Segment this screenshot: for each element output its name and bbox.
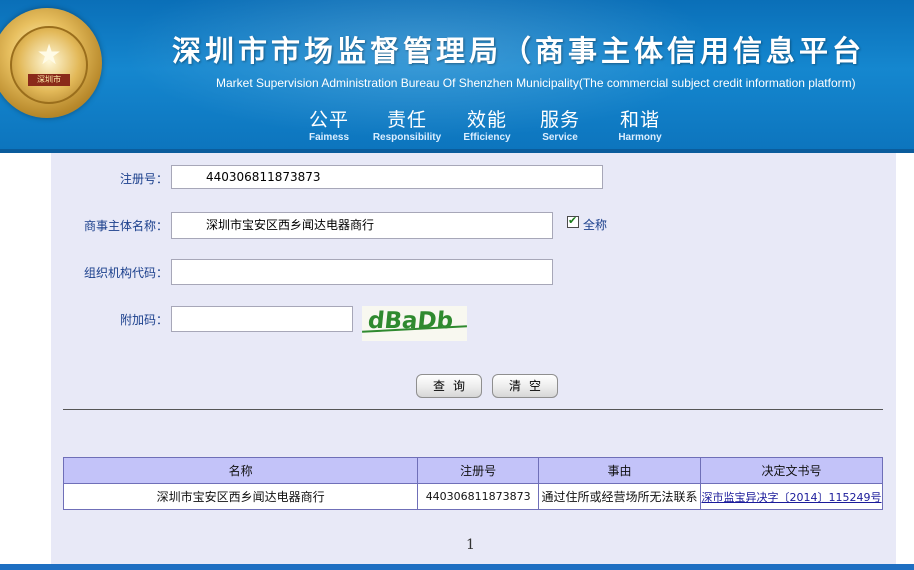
col-doc-no-header: 决定文书号 bbox=[700, 457, 883, 484]
cell-reg-no: 440306811873873 bbox=[417, 483, 540, 510]
reg-no-label: 注册号： bbox=[119, 172, 168, 186]
col-reg-no-header: 注册号 bbox=[417, 457, 540, 484]
clear-button[interactable]: 清空 bbox=[492, 374, 558, 398]
org-code-input[interactable] bbox=[171, 259, 553, 285]
query-button[interactable]: 查询 bbox=[416, 374, 482, 398]
emblem-star-icon: ★ bbox=[36, 38, 62, 71]
footer-bar bbox=[0, 564, 914, 570]
table-header-row: 名称 注册号 事由 决定文书号 bbox=[62, 457, 883, 484]
cell-reason: 通过住所或经营场所无法联系 bbox=[538, 483, 701, 510]
emblem-inner: ★ 深圳市 bbox=[10, 26, 88, 104]
captcha-label: 附加码： bbox=[119, 313, 168, 327]
motto-service: 服务 Service bbox=[535, 108, 585, 144]
fullname-label: 全称 bbox=[583, 218, 608, 232]
motto-en: Harmony bbox=[618, 132, 662, 143]
col-reason-header: 事由 bbox=[538, 457, 701, 484]
motto-harmony: 和谐 Harmony bbox=[612, 108, 668, 144]
captcha-input[interactable] bbox=[171, 306, 353, 332]
motto-efficiency: 效能 Efficiency bbox=[459, 108, 515, 144]
motto-en: Faimess bbox=[308, 132, 350, 143]
motto-cn: 责任 bbox=[386, 109, 427, 131]
emblem-tag: 深圳市 bbox=[28, 74, 70, 86]
check-mark-icon: ✔ bbox=[568, 214, 578, 227]
motto-fairness: 公平 Faimess bbox=[307, 108, 351, 144]
motto-responsibility: 责任 Responsibility bbox=[372, 108, 442, 144]
site-title-cn: 深圳市市场监督管理局（商事主体信用信息平台 bbox=[172, 34, 866, 68]
doc-no-link[interactable]: 深市监宝异决字〔2014〕115249号 bbox=[702, 491, 882, 504]
reg-no-input[interactable]: 440306811873873 bbox=[171, 165, 603, 189]
entity-name-label: 商事主体名称： bbox=[83, 219, 168, 233]
motto-en: Efficiency bbox=[463, 132, 511, 143]
col-name-header: 名称 bbox=[62, 457, 419, 484]
motto-cn: 效能 bbox=[466, 109, 507, 131]
motto-cn: 公平 bbox=[308, 109, 349, 131]
pager-current-page[interactable]: 1 bbox=[466, 537, 475, 553]
motto-cn: 和谐 bbox=[619, 109, 660, 131]
cell-doc-no: 深市监宝异决字〔2014〕115249号 bbox=[700, 483, 883, 510]
results-table: 名称 注册号 事由 决定文书号 深圳市宝安区西乡闻达电器商行 440306811… bbox=[62, 457, 883, 510]
org-code-label: 组织机构代码： bbox=[83, 266, 168, 280]
bureau-emblem-icon: ★ 深圳市 bbox=[0, 8, 102, 118]
motto-cn: 服务 bbox=[539, 109, 580, 131]
cell-name: 深圳市宝安区西乡闻达电器商行 bbox=[62, 483, 419, 510]
motto-en: Service bbox=[542, 132, 578, 143]
fullname-checkbox[interactable]: ✔ bbox=[567, 214, 579, 228]
entity-name-input[interactable]: 深圳市宝安区西乡闻达电器商行 bbox=[171, 212, 553, 239]
table-row: 深圳市宝安区西乡闻达电器商行 440306811873873 通过住所或经营场所… bbox=[62, 483, 883, 510]
site-header: ★ 深圳市 深圳市市场监督管理局（商事主体信用信息平台 Market Super… bbox=[0, 0, 914, 153]
site-title-en: Market Supervision Administration Bureau… bbox=[216, 76, 856, 90]
section-divider bbox=[63, 409, 883, 410]
captcha-image[interactable]: dBaDb bbox=[362, 306, 467, 341]
motto-en: Responsibility bbox=[372, 132, 442, 143]
